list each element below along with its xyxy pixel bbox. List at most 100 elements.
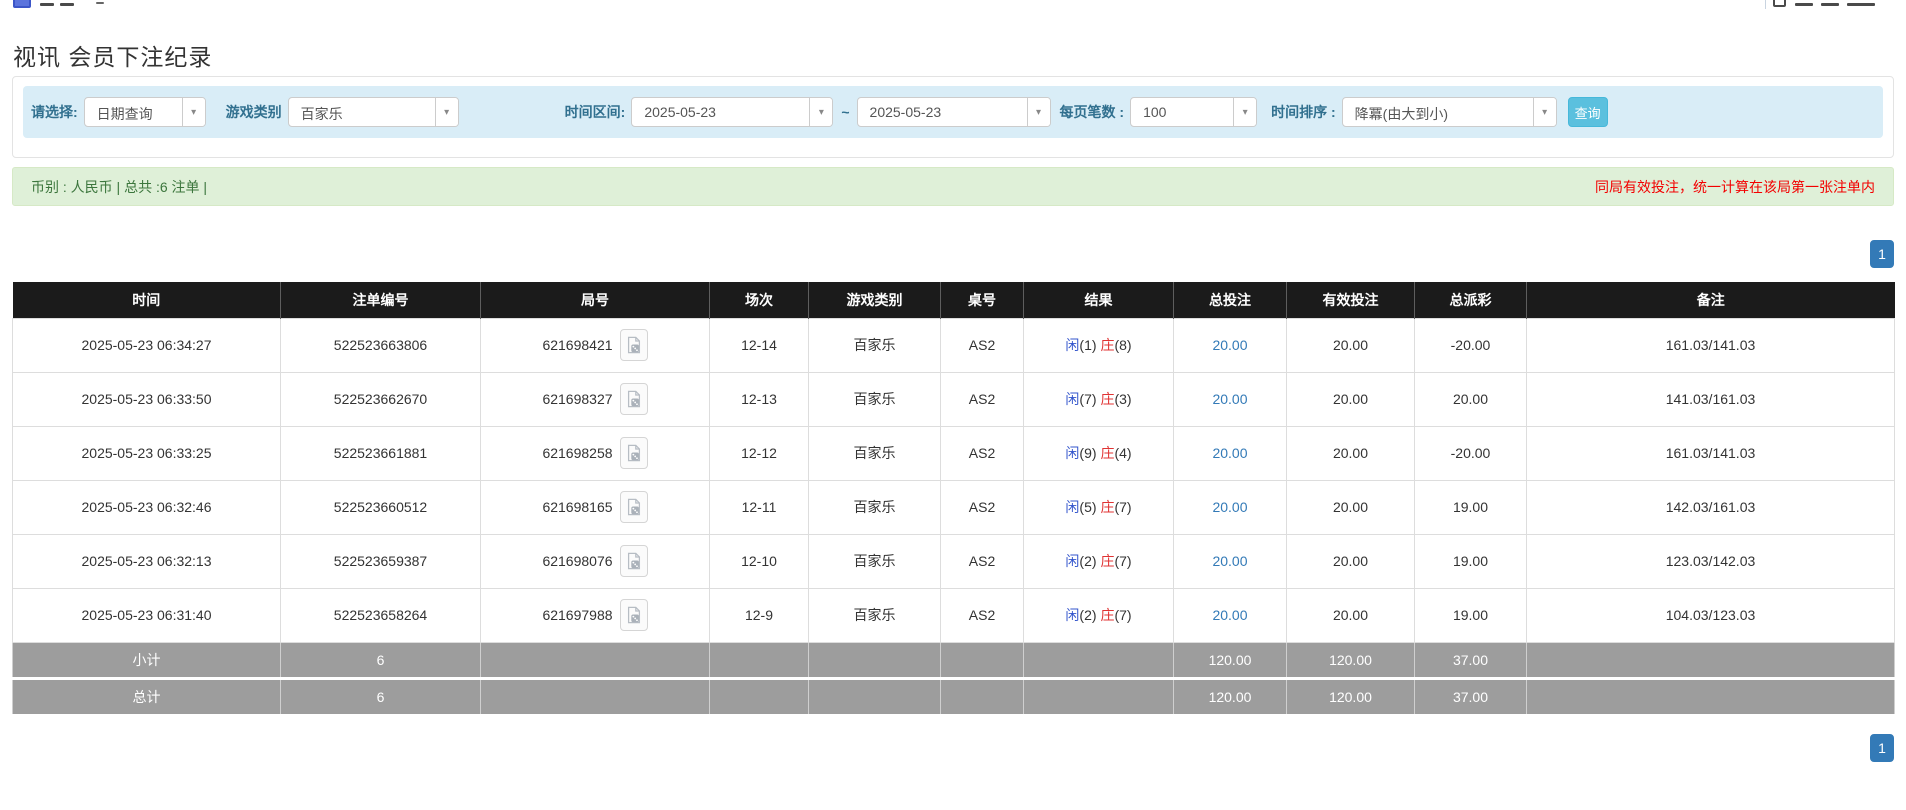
payout-value: 19.00 — [1415, 480, 1527, 534]
col-bet-id: 注单编号 — [281, 282, 481, 318]
view-round-result-button[interactable] — [620, 383, 648, 415]
col-session: 场次 — [710, 282, 809, 318]
game-type-value: 百家乐 — [289, 98, 435, 126]
cell-game-type: 百家乐 — [809, 534, 941, 588]
payout-value: 19.00 — [1415, 534, 1527, 588]
cell-table-no: AS2 — [941, 426, 1024, 480]
col-game-type: 游戏类别 — [809, 282, 941, 318]
cell-table-no: AS2 — [941, 588, 1024, 642]
valid-bet-notice: 同局有效投注，统一计算在该局第一张注单内 — [1595, 177, 1875, 197]
cell-bet-id: 522523660512 — [281, 480, 481, 534]
table-row: 2025-05-23 06:32:13 522523659387 6216980… — [13, 534, 1895, 588]
top-left-clipped-icon[interactable] — [13, 0, 31, 8]
result-banker-score: (3) — [1114, 391, 1131, 407]
total-bet-link[interactable]: 20.00 — [1212, 499, 1247, 515]
view-round-result-button[interactable] — [620, 329, 648, 361]
top-left-clipped-text[interactable] — [40, 3, 54, 6]
cell-time: 2025-05-23 06:33:50 — [13, 372, 281, 426]
cell-session: 12-11 — [710, 480, 809, 534]
top-right-clipped-text[interactable] — [1847, 3, 1875, 6]
result-player-score: (2) — [1079, 607, 1096, 623]
filter-bar: 请选择: 日期查询 ▾ 游戏类别 百家乐 ▾ 时间区间: 2025-05-23 … — [23, 86, 1883, 138]
date-from-value: 2025-05-23 — [632, 98, 809, 126]
table-row: 2025-05-23 06:33:25 522523661881 6216982… — [13, 426, 1895, 480]
caret-down-icon: ▾ — [1233, 98, 1256, 126]
result-banker-score: (8) — [1114, 337, 1131, 353]
sort-order-label: 时间排序 : — [1271, 102, 1336, 122]
cell-valid-bet: 20.00 — [1287, 426, 1415, 480]
cell-time: 2025-05-23 06:34:27 — [13, 318, 281, 372]
total-bet-link[interactable]: 20.00 — [1212, 337, 1247, 353]
view-round-result-button[interactable] — [620, 491, 648, 523]
result-player-score: (9) — [1079, 445, 1096, 461]
view-round-result-button[interactable] — [620, 599, 648, 631]
cell-time: 2025-05-23 06:32:46 — [13, 480, 281, 534]
cell-table-no: AS2 — [941, 372, 1024, 426]
cell-round-id: 621698258 — [542, 445, 612, 461]
game-type-select[interactable]: 百家乐 ▾ — [288, 97, 459, 127]
page-size-select[interactable]: 100 ▾ — [1130, 97, 1257, 127]
currency-total-text: 币别 : 人民币 | 总共 :6 注单 | — [31, 177, 207, 197]
cell-valid-bet: 20.00 — [1287, 318, 1415, 372]
result-player-label: 闲 — [1065, 553, 1079, 569]
cell-game-type: 百家乐 — [809, 372, 941, 426]
result-player-score: (5) — [1079, 499, 1096, 515]
total-bet-link[interactable]: 20.00 — [1212, 553, 1247, 569]
payout-value: 19.00 — [1415, 588, 1527, 642]
page-title: 视讯 会员下注纪录 — [13, 38, 212, 72]
col-table-no: 桌号 — [941, 282, 1024, 318]
payout-value: -20.00 — [1415, 318, 1527, 372]
result-player-label: 闲 — [1065, 499, 1079, 515]
view-round-result-button[interactable] — [620, 437, 648, 469]
result-banker-label: 庄 — [1100, 445, 1114, 461]
total-bet-link[interactable]: 20.00 — [1212, 391, 1247, 407]
total-bet-link[interactable]: 20.00 — [1212, 445, 1247, 461]
search-button[interactable]: 查询 — [1568, 97, 1608, 127]
col-round-id: 局号 — [481, 282, 710, 318]
cell-bet-id: 522523658264 — [281, 588, 481, 642]
top-right-clipped-text[interactable] — [1795, 3, 1813, 6]
subtotal-valid-bet: 120.00 — [1287, 642, 1415, 678]
cell-result: 闲(9) 庄(4) — [1024, 426, 1174, 480]
top-right-clipped-icon[interactable] — [1773, 0, 1786, 7]
cell-result: 闲(1) 庄(8) — [1024, 318, 1174, 372]
query-type-select[interactable]: 日期查询 ▾ — [84, 97, 206, 127]
time-range-label: 时间区间: — [565, 102, 626, 122]
result-banker-label: 庄 — [1100, 337, 1114, 353]
query-type-label: 请选择: — [31, 102, 78, 122]
date-range-tilde: ~ — [841, 104, 849, 120]
result-banker-label: 庄 — [1100, 553, 1114, 569]
page-size-value: 100 — [1131, 98, 1233, 126]
col-remark: 备注 — [1527, 282, 1895, 318]
cell-game-type: 百家乐 — [809, 318, 941, 372]
date-to-select[interactable]: 2025-05-23 ▾ — [857, 97, 1051, 127]
caret-down-icon: ▾ — [1027, 98, 1050, 126]
query-type-value: 日期查询 — [85, 98, 182, 126]
result-banker-score: (7) — [1114, 553, 1131, 569]
cell-remark: 141.03/161.03 — [1527, 372, 1895, 426]
date-from-select[interactable]: 2025-05-23 ▾ — [631, 97, 833, 127]
top-left-clipped-text[interactable] — [60, 3, 74, 6]
total-bet-link[interactable]: 20.00 — [1212, 607, 1247, 623]
cell-game-type: 百家乐 — [809, 426, 941, 480]
payout-value: 20.00 — [1415, 372, 1527, 426]
top-right-clipped-text[interactable] — [1821, 3, 1839, 6]
cell-valid-bet: 20.00 — [1287, 372, 1415, 426]
result-banker-label: 庄 — [1100, 499, 1114, 515]
table-row: 2025-05-23 06:33:50 522523662670 6216983… — [13, 372, 1895, 426]
view-round-result-button[interactable] — [620, 545, 648, 577]
cell-valid-bet: 20.00 — [1287, 534, 1415, 588]
page-1-button[interactable]: 1 — [1870, 240, 1894, 268]
cell-remark: 104.03/123.03 — [1527, 588, 1895, 642]
dice-card-icon — [625, 390, 643, 408]
sort-order-select[interactable]: 降冪(由大到小) ▾ — [1342, 97, 1557, 127]
cell-bet-id: 522523659387 — [281, 534, 481, 588]
cell-result: 闲(2) 庄(7) — [1024, 534, 1174, 588]
caret-down-icon: ▾ — [809, 98, 832, 126]
result-banker-score: (7) — [1114, 499, 1131, 515]
page-1-button[interactable]: 1 — [1870, 734, 1894, 762]
total-valid-bet: 120.00 — [1287, 678, 1415, 714]
cell-session: 12-13 — [710, 372, 809, 426]
result-player-label: 闲 — [1065, 607, 1079, 623]
cell-remark: 142.03/161.03 — [1527, 480, 1895, 534]
